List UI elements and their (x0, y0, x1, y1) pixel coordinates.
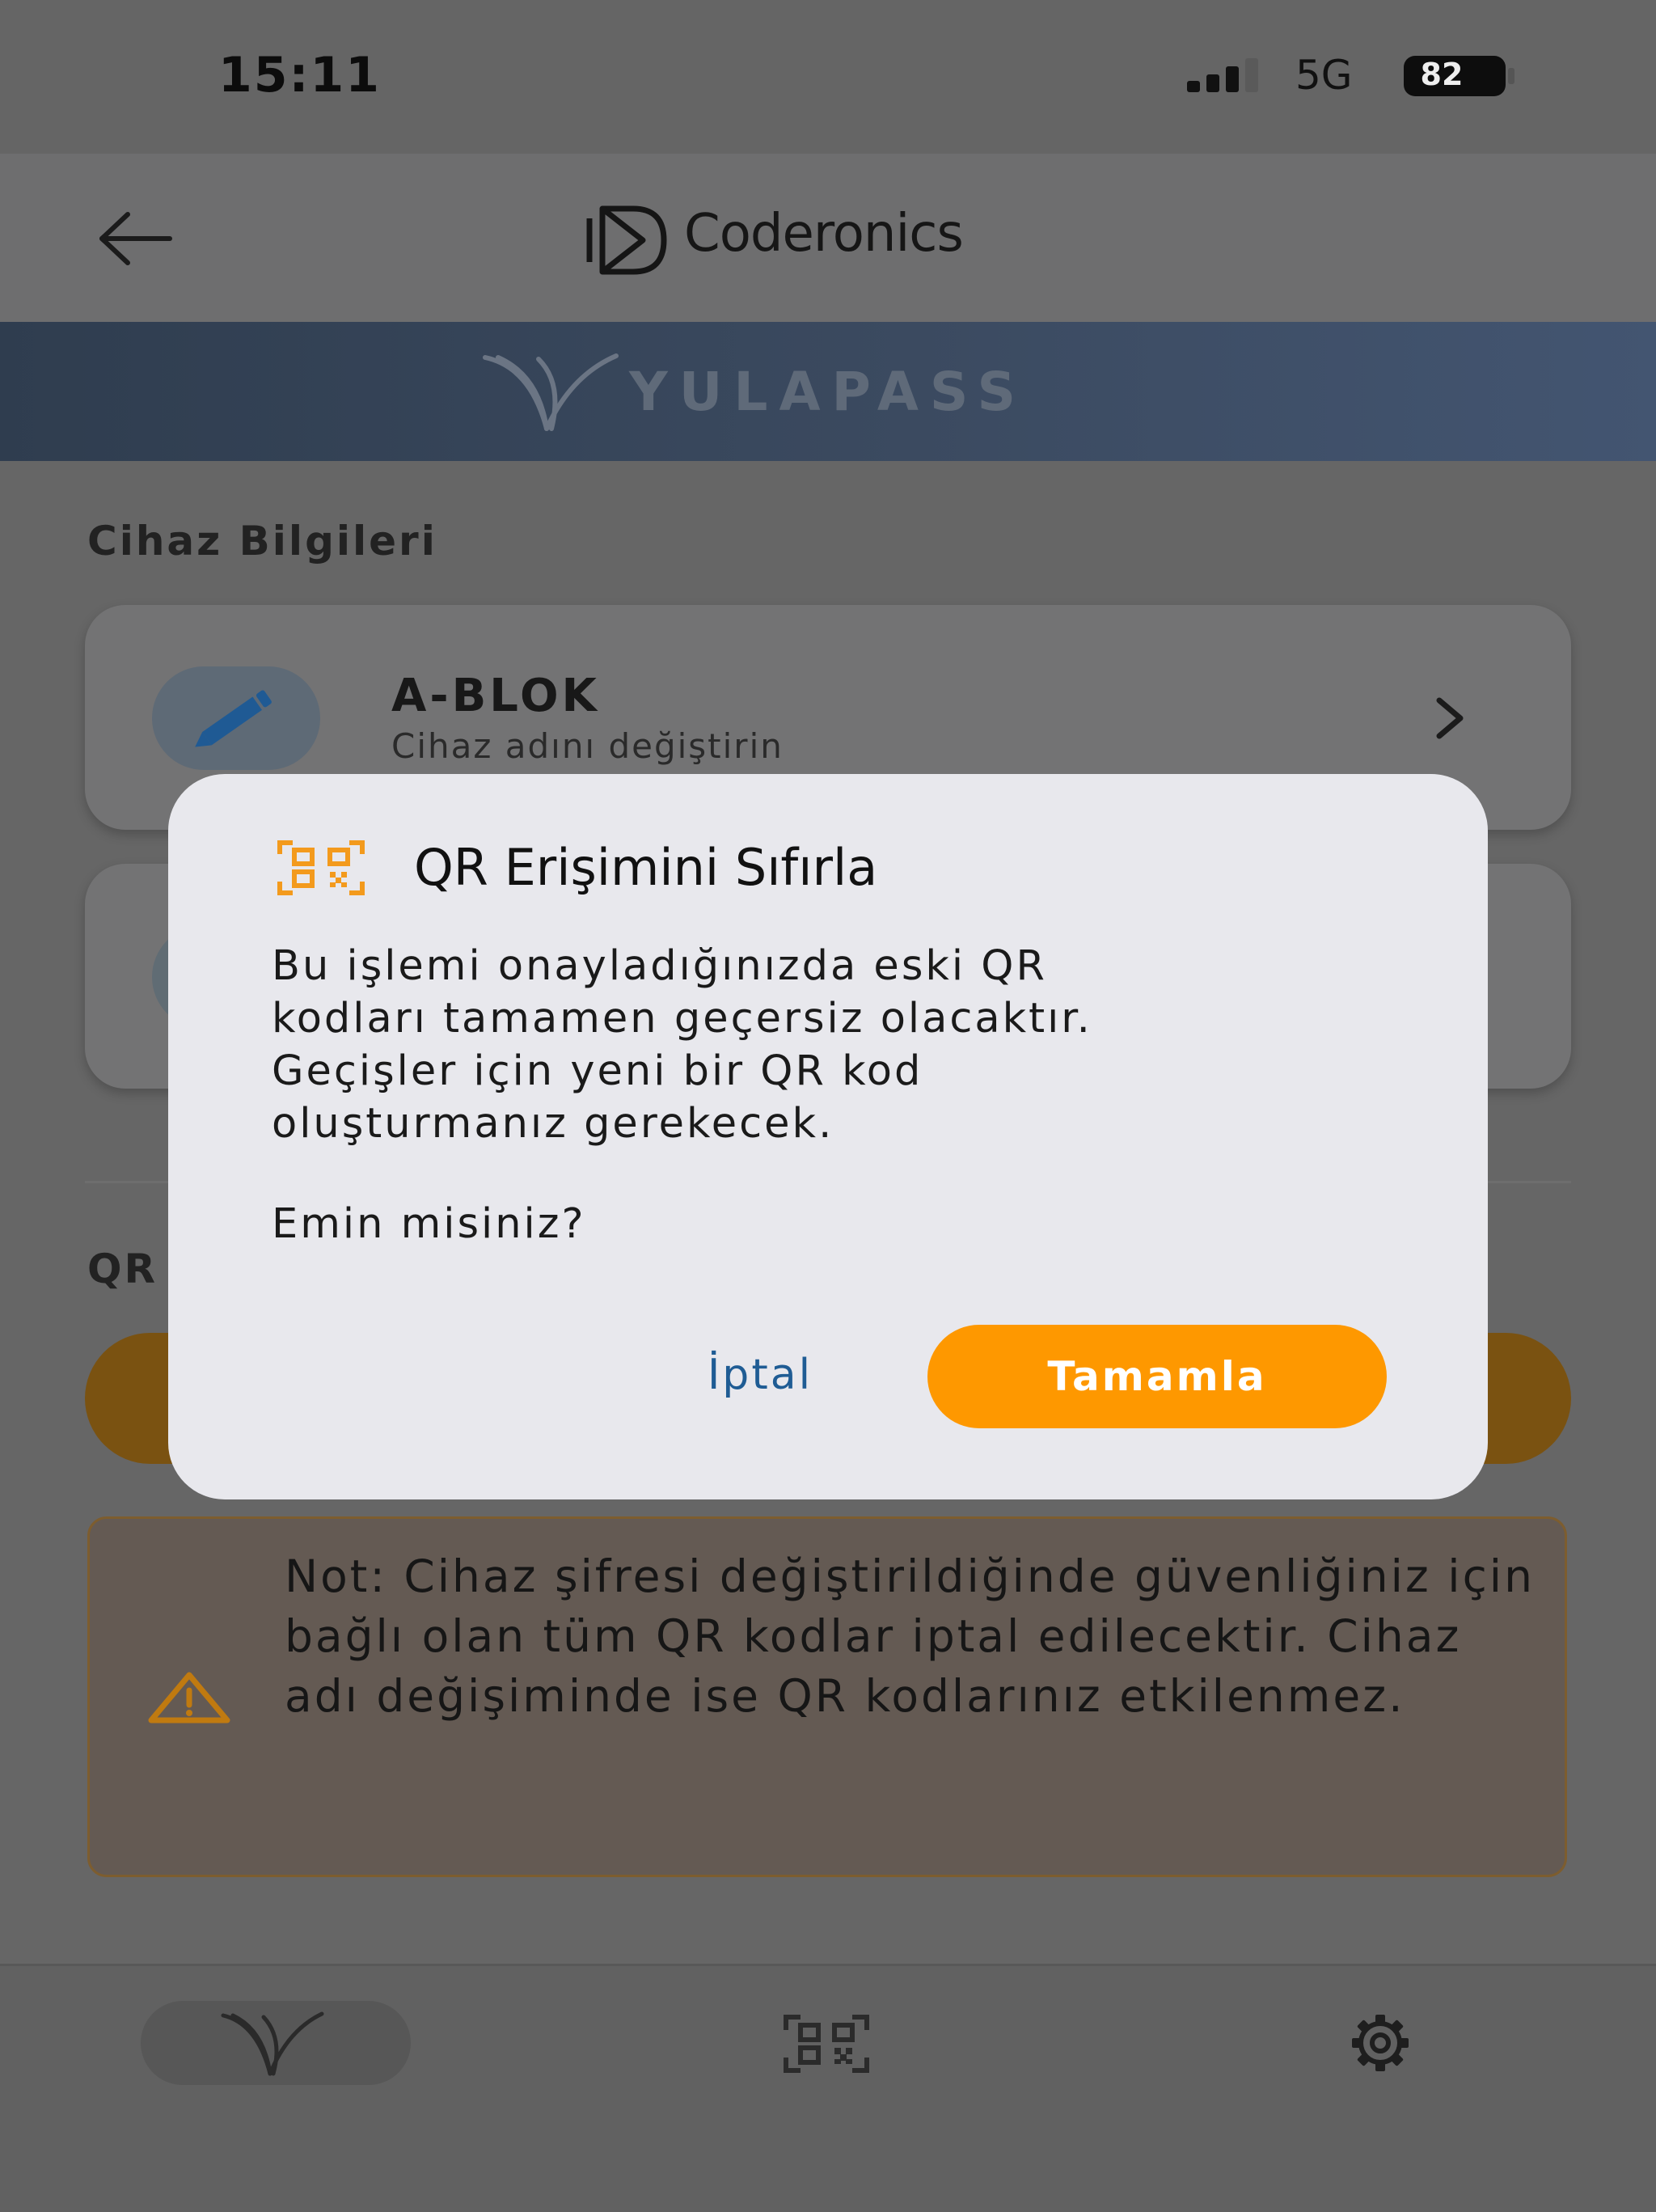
yulapass-logo-icon (221, 2011, 324, 2076)
confirm-button[interactable]: Tamamla (927, 1325, 1387, 1428)
dialog-title: QR Erişimini Sıfırla (414, 838, 878, 897)
status-time: 15:11 (218, 47, 381, 104)
cancel-button[interactable]: İptal (663, 1326, 857, 1423)
dialog-question: Emin misiniz? (272, 1200, 586, 1248)
brand-name: Coderonics (684, 204, 964, 264)
qr-code-icon (277, 840, 365, 895)
signal-icon (1187, 58, 1258, 92)
device-section-title: Cihaz Bilgileri (87, 518, 437, 565)
battery-level: 82 (1420, 57, 1464, 92)
banner-title: YULAPASS (629, 361, 1028, 423)
dialog-message: Bu işlemi onayladığınızda eski QR kodlar… (272, 942, 1092, 1148)
pencil-icon (195, 690, 272, 747)
network-label: 5G (1295, 52, 1353, 99)
yulapass-logo-icon (483, 353, 619, 431)
back-button[interactable] (95, 206, 176, 271)
device-name-subtitle: Cihaz adını değiştirin (391, 726, 784, 766)
qr-code-icon[interactable] (783, 2014, 870, 2074)
qr-section-title: QR (87, 1246, 158, 1292)
gear-icon[interactable] (1337, 2012, 1423, 2074)
edit-icon-circle (152, 666, 320, 770)
note-text: Not: Cihaz şifresi değiştirildiğinde güv… (285, 1550, 1535, 1722)
device-name: A-BLOK (391, 670, 600, 722)
chevron-right-icon (1436, 697, 1464, 739)
warning-triangle-icon (148, 1672, 230, 1723)
coderonics-logo-icon (586, 205, 667, 275)
arrow-left-icon (99, 212, 172, 265)
